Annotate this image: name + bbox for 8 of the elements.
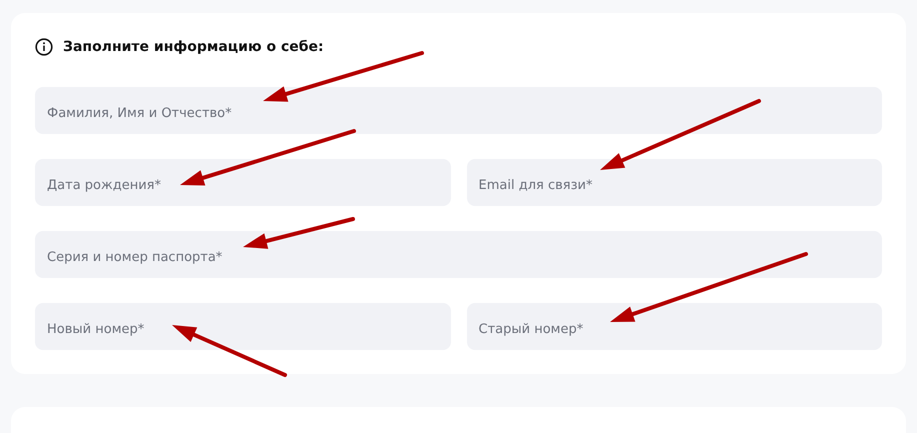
input-field[interactable]: Новый номер*	[35, 303, 450, 350]
input-field[interactable]: Email для связи*	[466, 159, 882, 206]
form-heading: Заполните информацию о себе:	[63, 39, 324, 55]
input-field[interactable]: Серия и номер паспорта*	[35, 231, 882, 278]
input-field[interactable]: Дата рождения*	[35, 159, 450, 206]
input-field[interactable]: Старый номер*	[466, 303, 882, 350]
info-icon	[35, 38, 53, 56]
input-field[interactable]: Фамилия, Имя и Отчество*	[35, 87, 882, 134]
